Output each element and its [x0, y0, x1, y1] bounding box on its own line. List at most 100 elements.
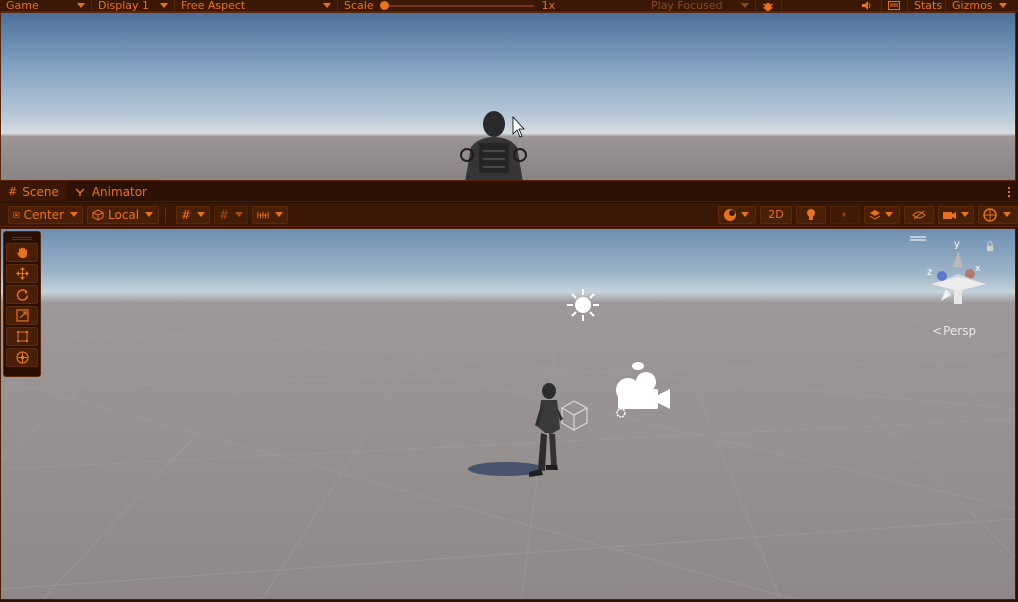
effects-dropdown[interactable] [864, 205, 900, 224]
chevron-down-icon [741, 3, 749, 8]
chevron-down-icon [741, 212, 749, 217]
chevron-down-icon [998, 3, 1007, 8]
unity-editor: Game Display 1 Free Aspect Scale 1x Play… [0, 0, 1018, 602]
rotate-tool-button[interactable] [6, 285, 38, 304]
scale-control: Scale 1x [338, 0, 645, 12]
tab-scene[interactable]: # Scene [0, 181, 67, 202]
stats-button[interactable]: Stats [908, 0, 946, 12]
game-tab-dropdown[interactable]: Game [0, 0, 92, 12]
chevron-left-icon: < [932, 324, 943, 338]
gizmos-dropdown[interactable]: Gizmos [946, 0, 1018, 12]
hand-icon [16, 247, 27, 258]
scene-toolbar: Center Local # # 2D 🔈︎ [0, 203, 1018, 227]
grid-snap-icon: # [181, 207, 192, 222]
scene-view[interactable]: y x z < Persp [0, 228, 1016, 600]
chevron-down-icon [275, 212, 283, 217]
draw-mode-dropdown[interactable] [718, 205, 756, 224]
mouse-cursor-icon [512, 115, 525, 138]
bounding-box-gizmo [561, 400, 588, 431]
move-tool-button[interactable] [6, 264, 38, 283]
tab-animator[interactable]: Animator [67, 182, 155, 202]
game-view[interactable] [0, 12, 1016, 181]
audio-source-icon [632, 362, 644, 370]
rect-tool-button[interactable] [6, 327, 38, 346]
layers-effects-icon [869, 209, 881, 220]
pivot-label: Center [23, 207, 64, 222]
scale-value: 1x [541, 0, 556, 12]
scale-tool-button[interactable] [6, 306, 38, 325]
transform-icon [15, 351, 29, 364]
audio-toggle[interactable]: 🔈︎ [830, 205, 860, 224]
drag-handle[interactable] [12, 237, 32, 240]
display-dropdown[interactable]: Display 1 [92, 0, 175, 12]
chevron-down-icon [885, 212, 893, 217]
pivot-center-dropdown[interactable]: Center [8, 205, 83, 224]
animator-icon [75, 187, 85, 196]
chevron-down-icon [70, 212, 78, 217]
shading-sphere-icon [724, 208, 736, 221]
audio-icon: 🔈︎ [842, 209, 848, 220]
tab-scene-label: Scene [22, 184, 59, 199]
game-toolbar: Game Display 1 Free Aspect Scale 1x Play… [0, 0, 1018, 12]
toolbar-divider [165, 206, 166, 223]
scene-viewport-canvas [1, 236, 1015, 599]
chevron-down-icon [323, 3, 331, 8]
chevron-down-icon [77, 3, 85, 8]
projection-label: Persp [943, 324, 977, 338]
game-viewport-canvas [460, 111, 527, 180]
keyboard-shortcuts-icon[interactable] [882, 0, 908, 12]
toggle-2d-label: 2D [768, 208, 784, 221]
scale-icon [15, 309, 29, 322]
camera-small-icon [616, 408, 626, 418]
ruler-icon [257, 211, 269, 218]
scale-slider[interactable] [379, 0, 534, 10]
mute-audio-icon[interactable] [856, 0, 882, 12]
bug-icon[interactable] [756, 0, 782, 12]
scene-visibility-toggle[interactable] [904, 205, 934, 224]
play-mode-dropdown[interactable]: Play Focused [645, 0, 756, 12]
grid-visibility-dropdown[interactable]: # [176, 205, 210, 224]
local-cube-icon [92, 208, 104, 221]
chevron-down-icon [961, 212, 969, 217]
more-options-icon[interactable] [1000, 186, 1018, 197]
rect-transform-icon [16, 331, 28, 342]
gizmos-label: Gizmos [952, 0, 993, 12]
chevron-down-icon [235, 212, 244, 217]
scene-orientation-gizmo[interactable] [910, 236, 993, 304]
ground-grid [1, 300, 1015, 599]
toggle-2d-button[interactable]: 2D [760, 205, 792, 224]
directional-light-icon [567, 289, 599, 321]
gizmo-axis-x: x [975, 264, 981, 274]
scene-camera-dropdown[interactable] [938, 205, 974, 224]
aspect-label: Free Aspect [181, 0, 246, 12]
aspect-dropdown[interactable]: Free Aspect [175, 0, 338, 12]
gizmo-axis-y: y [954, 239, 960, 250]
space-label: Local [108, 207, 140, 222]
hand-tool-button[interactable] [6, 243, 38, 262]
move-arrows-icon [15, 267, 29, 280]
grid-snapping-dropdown[interactable]: # [214, 205, 248, 224]
pivot-icon [13, 212, 20, 217]
chevron-down-icon [145, 212, 154, 217]
game-tab-label: Game [6, 0, 39, 12]
scale-slider-thumb[interactable] [379, 0, 389, 10]
transform-tool-button[interactable] [6, 348, 38, 367]
increment-snap-dropdown[interactable] [252, 205, 288, 224]
chevron-down-icon [1003, 212, 1011, 217]
lighting-toggle[interactable] [796, 205, 826, 224]
play-mode-label: Play Focused [651, 0, 723, 12]
chevron-down-icon [160, 3, 168, 8]
chevron-down-icon [197, 212, 206, 217]
gizmo-globe-icon [983, 207, 997, 222]
tools-overlay [3, 231, 41, 377]
space-local-dropdown[interactable]: Local [87, 205, 159, 224]
snap-increment-icon: # [219, 207, 230, 222]
gizmos-scene-dropdown[interactable] [978, 205, 1018, 224]
rotate-icon [16, 289, 28, 301]
scale-label: Scale [344, 0, 374, 12]
hidden-eye-icon [912, 210, 926, 219]
light-bulb-icon [807, 209, 815, 220]
projection-toggle[interactable]: < Persp [932, 324, 976, 338]
camera-icon [943, 211, 956, 219]
grid-icon: # [8, 185, 18, 198]
